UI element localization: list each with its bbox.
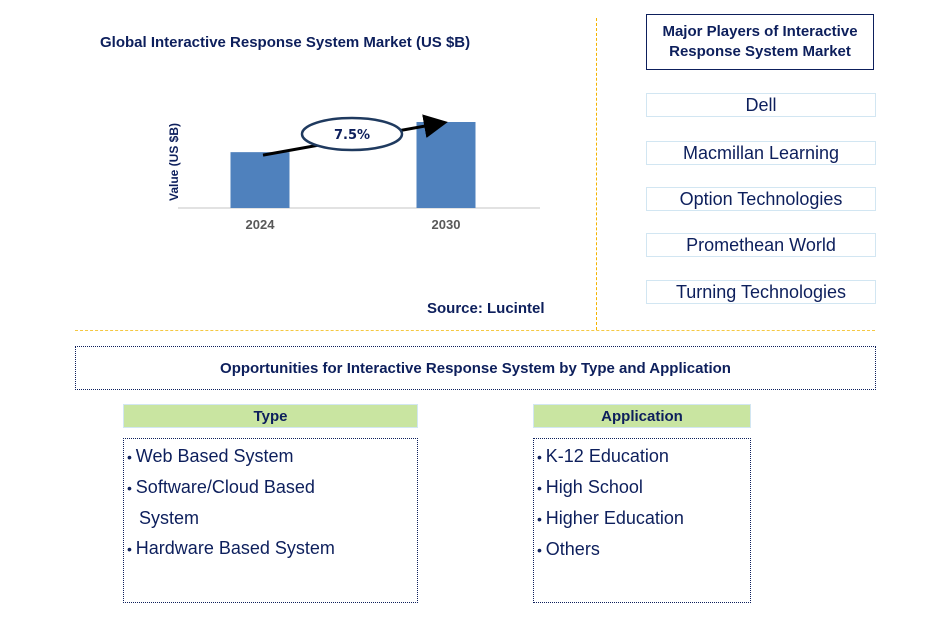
type-item: Web Based System <box>127 441 417 472</box>
type-list: Web Based System Software/Cloud Based Sy… <box>123 438 418 603</box>
bar-2024 <box>230 152 290 208</box>
cagr-label: 7.5% <box>334 128 370 143</box>
application-header: Application <box>533 404 751 428</box>
chart-title: Global Interactive Response System Marke… <box>100 34 471 51</box>
opportunities-title: Opportunities for Interactive Response S… <box>75 346 876 390</box>
x-tick-label: 2024 <box>246 217 276 232</box>
player-item: Promethean World <box>646 233 876 257</box>
player-item: Macmillan Learning <box>646 141 876 165</box>
application-item: Others <box>537 534 750 565</box>
opportunities-title-text: Opportunities for Interactive Response S… <box>220 359 731 377</box>
horizontal-divider <box>75 330 875 331</box>
type-header: Type <box>123 404 418 428</box>
application-list: K-12 Education High School Higher Educat… <box>533 438 751 603</box>
bar-2030 <box>416 122 476 208</box>
player-item: Turning Technologies <box>646 280 876 304</box>
player-item: Dell <box>646 93 876 117</box>
x-tick-label: 2030 <box>432 217 461 232</box>
source-label: Source: Lucintel <box>427 300 545 317</box>
type-item: Hardware Based System <box>127 533 417 564</box>
application-item: K-12 Education <box>537 441 750 472</box>
application-item: Higher Education <box>537 503 750 534</box>
y-axis-label: Value (US $B) <box>167 123 181 201</box>
player-item: Option Technologies <box>646 187 876 211</box>
type-item: Software/Cloud Based System <box>127 472 354 533</box>
vertical-divider <box>596 18 597 330</box>
major-players-title: Major Players of Interactive Response Sy… <box>646 14 874 70</box>
bar-chart: Value (US $B) 2024 2030 7.5% <box>167 114 540 232</box>
application-item: High School <box>537 472 750 503</box>
